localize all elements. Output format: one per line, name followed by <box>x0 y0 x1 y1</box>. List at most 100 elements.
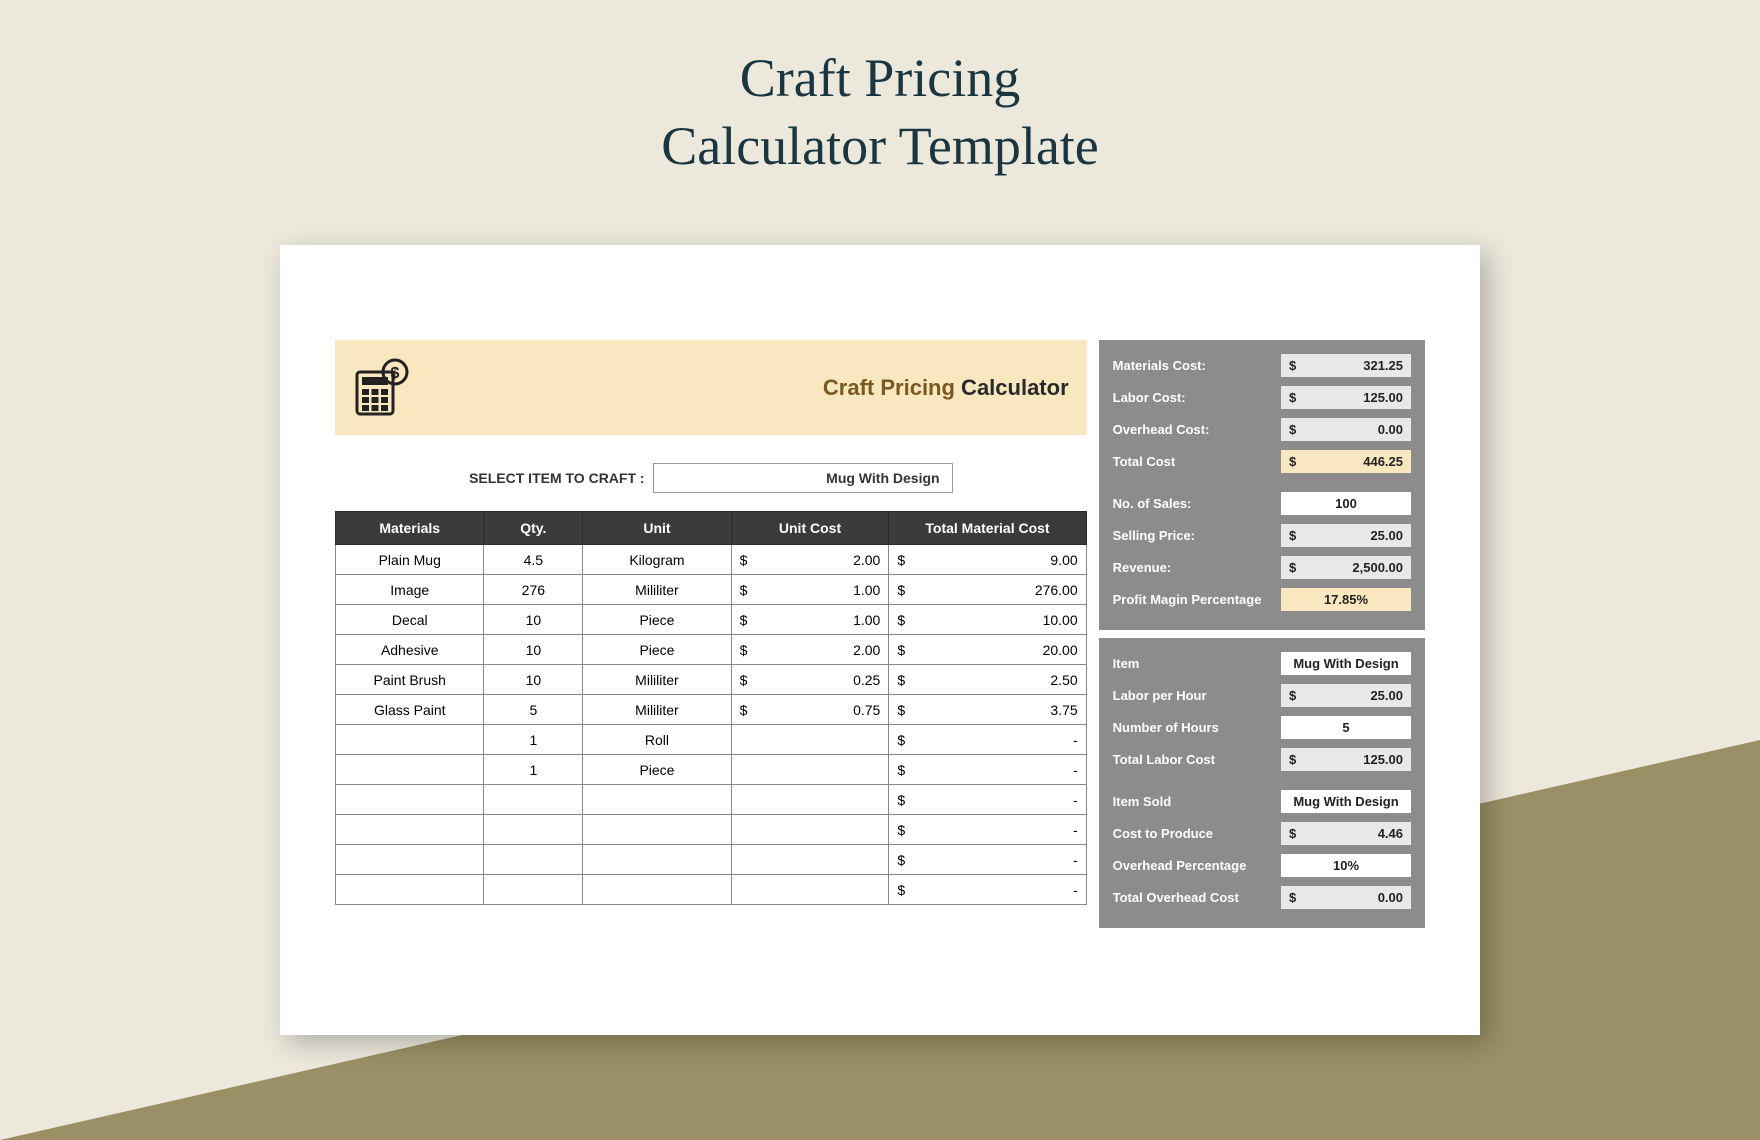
cell-unit-cost[interactable] <box>731 845 889 875</box>
cell-material[interactable]: Adhesive <box>336 635 484 665</box>
cell-unit-cost[interactable] <box>731 725 889 755</box>
title-line-1: Craft Pricing <box>740 48 1020 108</box>
cell-unit[interactable] <box>583 845 731 875</box>
cell-unit[interactable]: Piece <box>583 635 731 665</box>
cell-unit[interactable]: Kilogram <box>583 545 731 575</box>
cell-material[interactable] <box>336 815 484 845</box>
labor-per-hour-label: Labor per Hour <box>1113 688 1281 703</box>
row-overhead-cost: Overhead Cost: $0.00 <box>1113 416 1411 442</box>
cell-unit-cost[interactable]: $0.75 <box>731 695 889 725</box>
labor-per-hour-value[interactable]: $25.00 <box>1281 684 1411 707</box>
cell-qty[interactable]: 10 <box>484 635 583 665</box>
overhead-pct-value[interactable]: 10% <box>1281 854 1411 877</box>
cell-qty[interactable]: 10 <box>484 665 583 695</box>
cell-material[interactable] <box>336 785 484 815</box>
col-qty: Qty. <box>484 512 583 545</box>
cell-material[interactable]: Decal <box>336 605 484 635</box>
item-label: Item <box>1113 656 1281 671</box>
cell-material[interactable]: Plain Mug <box>336 545 484 575</box>
table-row: Adhesive10Piece$2.00$20.00 <box>336 635 1087 665</box>
cell-qty[interactable]: 4.5 <box>484 545 583 575</box>
calculator-wrapper: $ Craft Pricing Calculator SELECT ITEM T… <box>335 340 1425 928</box>
cell-total-cost: $- <box>889 845 1086 875</box>
table-row: Plain Mug4.5Kilogram$2.00$9.00 <box>336 545 1087 575</box>
table-row: $- <box>336 845 1087 875</box>
select-row: SELECT ITEM TO CRAFT : Mug With Design <box>335 435 1087 511</box>
item-value[interactable]: Mug With Design <box>1281 652 1411 675</box>
cell-unit-cost[interactable]: $2.00 <box>731 545 889 575</box>
cell-qty[interactable] <box>484 845 583 875</box>
row-item: Item Mug With Design <box>1113 650 1411 676</box>
cell-material[interactable] <box>336 845 484 875</box>
cell-unit[interactable]: Piece <box>583 605 731 635</box>
table-row: 1Roll $- <box>336 725 1087 755</box>
table-row: 1Piece$- <box>336 755 1087 785</box>
cell-qty[interactable] <box>484 815 583 845</box>
overhead-cost-value[interactable]: $0.00 <box>1281 418 1411 441</box>
row-total-overhead: Total Overhead Cost $0.00 <box>1113 884 1411 910</box>
cell-unit[interactable]: Roll <box>583 725 731 755</box>
cell-material[interactable] <box>336 725 484 755</box>
table-row: $- <box>336 875 1087 905</box>
cell-unit[interactable] <box>583 815 731 845</box>
cell-total-cost: $2.50 <box>889 665 1086 695</box>
labor-cost-label: Labor Cost: <box>1113 390 1281 405</box>
item-sold-value[interactable]: Mug With Design <box>1281 790 1411 813</box>
cell-qty[interactable]: 1 <box>484 725 583 755</box>
cell-unit[interactable]: Mililiter <box>583 575 731 605</box>
cell-total-cost: $- <box>889 725 1086 755</box>
number-hours-value[interactable]: 5 <box>1281 716 1411 739</box>
cell-qty[interactable]: 5 <box>484 695 583 725</box>
materials-cost-value[interactable]: $321.25 <box>1281 354 1411 377</box>
cell-unit-cost[interactable]: $0.25 <box>731 665 889 695</box>
row-item-sold: Item Sold Mug With Design <box>1113 788 1411 814</box>
cell-qty[interactable] <box>484 785 583 815</box>
svg-text:$: $ <box>391 365 400 382</box>
cell-qty[interactable] <box>484 875 583 905</box>
right-panel: Materials Cost: $321.25 Labor Cost: $125… <box>1099 340 1425 928</box>
summary-block-costs: Materials Cost: $321.25 Labor Cost: $125… <box>1099 340 1425 630</box>
cost-produce-label: Cost to Produce <box>1113 826 1281 841</box>
cell-unit-cost[interactable]: $1.00 <box>731 575 889 605</box>
labor-cost-value[interactable]: $125.00 <box>1281 386 1411 409</box>
cell-material[interactable] <box>336 875 484 905</box>
no-sales-value[interactable]: 100 <box>1281 492 1411 515</box>
item-sold-label: Item Sold <box>1113 794 1281 809</box>
row-materials-cost: Materials Cost: $321.25 <box>1113 352 1411 378</box>
cell-material[interactable]: Glass Paint <box>336 695 484 725</box>
cell-unit[interactable] <box>583 875 731 905</box>
table-row: $- <box>336 785 1087 815</box>
cell-unit-cost[interactable] <box>731 815 889 845</box>
total-cost-label: Total Cost <box>1113 454 1281 469</box>
cell-qty[interactable]: 1 <box>484 755 583 785</box>
cell-total-cost: $- <box>889 875 1086 905</box>
col-unit-cost: Unit Cost <box>731 512 889 545</box>
row-profit-margin: Profit Magin Percentage 17.85% <box>1113 586 1411 612</box>
row-overhead-pct: Overhead Percentage 10% <box>1113 852 1411 878</box>
selling-price-label: Selling Price: <box>1113 528 1281 543</box>
selling-price-value[interactable]: $25.00 <box>1281 524 1411 547</box>
cell-unit[interactable] <box>583 785 731 815</box>
col-materials: Materials <box>336 512 484 545</box>
cell-material[interactable]: Paint Brush <box>336 665 484 695</box>
cell-material[interactable] <box>336 755 484 785</box>
select-item-dropdown[interactable]: Mug With Design <box>653 463 953 493</box>
cell-unit[interactable]: Mililiter <box>583 665 731 695</box>
cell-total-cost: $- <box>889 815 1086 845</box>
cell-unit[interactable]: Piece <box>583 755 731 785</box>
cell-qty[interactable]: 276 <box>484 575 583 605</box>
cell-total-cost: $10.00 <box>889 605 1086 635</box>
cell-material[interactable]: Image <box>336 575 484 605</box>
cell-total-cost: $- <box>889 785 1086 815</box>
cell-unit-cost[interactable]: $1.00 <box>731 605 889 635</box>
cell-unit-cost[interactable] <box>731 785 889 815</box>
row-labor-per-hour: Labor per Hour $25.00 <box>1113 682 1411 708</box>
cell-unit-cost[interactable] <box>731 875 889 905</box>
cell-unit-cost[interactable] <box>731 755 889 785</box>
cell-unit[interactable]: Mililiter <box>583 695 731 725</box>
table-row: Decal10Piece$1.00$10.00 <box>336 605 1087 635</box>
cell-unit-cost[interactable]: $2.00 <box>731 635 889 665</box>
cell-qty[interactable]: 10 <box>484 605 583 635</box>
materials-cost-label: Materials Cost: <box>1113 358 1281 373</box>
no-sales-label: No. of Sales: <box>1113 496 1281 511</box>
